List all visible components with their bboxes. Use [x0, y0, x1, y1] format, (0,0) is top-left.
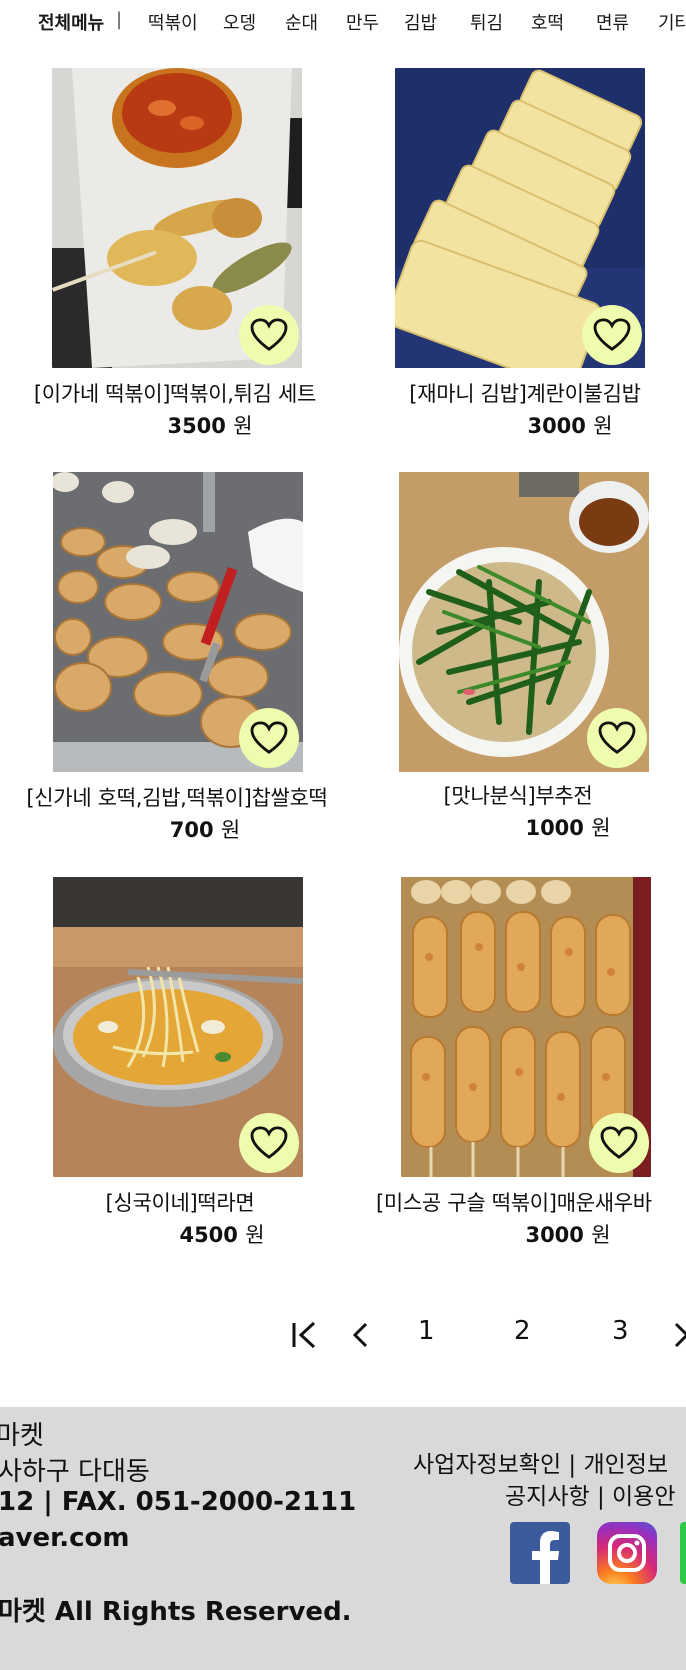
nav-item-twigim[interactable]: 튀김 — [470, 9, 503, 35]
page-number[interactable]: 2 — [514, 1316, 531, 1346]
facebook-icon[interactable] — [510, 1522, 570, 1584]
product-price: 1000 원 — [508, 812, 628, 842]
page-number[interactable]: 3 — [612, 1316, 629, 1346]
next-page-icon[interactable] — [674, 1320, 686, 1350]
first-page-icon[interactable] — [290, 1320, 320, 1350]
price-unit: 원 — [591, 1223, 611, 1247]
heart-icon — [250, 1126, 288, 1159]
wishlist-heart-button[interactable] — [589, 1113, 649, 1173]
other-sns-icon[interactable] — [680, 1522, 686, 1584]
heart-icon — [600, 1126, 638, 1159]
nav-item-etc[interactable]: 기타 — [658, 9, 686, 35]
page: 전체메뉴 | 떡볶이 오뎅 순대 만두 김밥 튀김 호떡 면류 기타 [이가네 … — [0, 0, 686, 1670]
heart-icon — [598, 721, 636, 754]
footer-links-business[interactable]: 사업자정보확인 | 개인정보 — [413, 1445, 668, 1479]
product-name[interactable]: [맛나분식]부추전 — [418, 780, 618, 810]
heart-icon — [250, 318, 288, 351]
heart-icon — [250, 721, 288, 754]
product-name[interactable]: [미스공 구슬 떡볶이]매운새우바 — [376, 1187, 686, 1217]
footer-email: aver.com — [0, 1523, 130, 1553]
price-value: 700 — [169, 818, 214, 842]
price-value: 3500 — [167, 414, 226, 438]
nav-item-all[interactable]: 전체메뉴 — [38, 9, 104, 35]
nav-item-tteokbokki[interactable]: 떡볶이 — [148, 9, 198, 35]
page-number[interactable]: 1 — [418, 1316, 435, 1346]
product-price: 3000 원 — [490, 410, 650, 440]
footer-address: 사하구 다대동 — [0, 1457, 150, 1487]
price-value: 4500 — [179, 1223, 238, 1247]
price-unit: 원 — [591, 816, 611, 840]
instagram-icon[interactable] — [597, 1522, 657, 1584]
nav-item-noodles[interactable]: 면류 — [596, 9, 629, 35]
product-name[interactable]: [싱국이네]떡라면 — [80, 1187, 280, 1217]
price-value: 3000 — [525, 1223, 584, 1247]
price-value: 1000 — [525, 816, 584, 840]
heart-icon — [593, 318, 631, 351]
product-price: 700 원 — [145, 814, 265, 844]
product-name[interactable]: [재마니 김밥]계란이불김밥 — [380, 378, 670, 408]
product-name[interactable]: [신가네 호떡,김밥,떡볶이]찹쌀호떡 — [12, 782, 342, 812]
nav-item-odeng[interactable]: 오뎅 — [223, 9, 256, 35]
wishlist-heart-button[interactable] — [239, 305, 299, 365]
product-price: 3000 원 — [508, 1219, 628, 1249]
prev-page-icon[interactable] — [350, 1320, 372, 1350]
price-unit: 원 — [245, 1223, 265, 1247]
price-unit: 원 — [593, 414, 613, 438]
price-value: 3000 — [527, 414, 586, 438]
category-nav: 전체메뉴 | 떡볶이 오뎅 순대 만두 김밥 튀김 호떡 면류 기타 — [0, 0, 686, 44]
footer-contact: 12 | FAX. 051-2000-2111 — [0, 1487, 357, 1517]
site-footer: 마켓 사하구 다대동 12 | FAX. 051-2000-2111 aver.… — [0, 1407, 686, 1670]
footer-links-notice[interactable]: 공지사항 | 이용안 — [505, 1477, 676, 1511]
product-name[interactable]: [이가네 떡볶이]떡볶이,튀김 세트 — [10, 378, 340, 408]
wishlist-heart-button[interactable] — [239, 1113, 299, 1173]
price-unit: 원 — [220, 818, 241, 842]
wishlist-heart-button[interactable] — [239, 708, 299, 768]
product-price: 3500 원 — [130, 410, 290, 440]
price-unit: 원 — [233, 414, 253, 438]
footer-company: 마켓 — [0, 1421, 44, 1451]
product-price: 4500 원 — [162, 1219, 282, 1249]
nav-item-sundae[interactable]: 순대 — [285, 9, 318, 35]
nav-item-hotteok[interactable]: 호떡 — [531, 9, 564, 35]
wishlist-heart-button[interactable] — [582, 305, 642, 365]
nav-item-mandu[interactable]: 만두 — [346, 9, 379, 35]
nav-item-gimbap[interactable]: 김밥 — [404, 9, 437, 35]
wishlist-heart-button[interactable] — [587, 708, 647, 768]
footer-copyright: 마켓 All Rights Reserved. — [0, 1597, 352, 1627]
nav-separator: | — [116, 9, 123, 30]
